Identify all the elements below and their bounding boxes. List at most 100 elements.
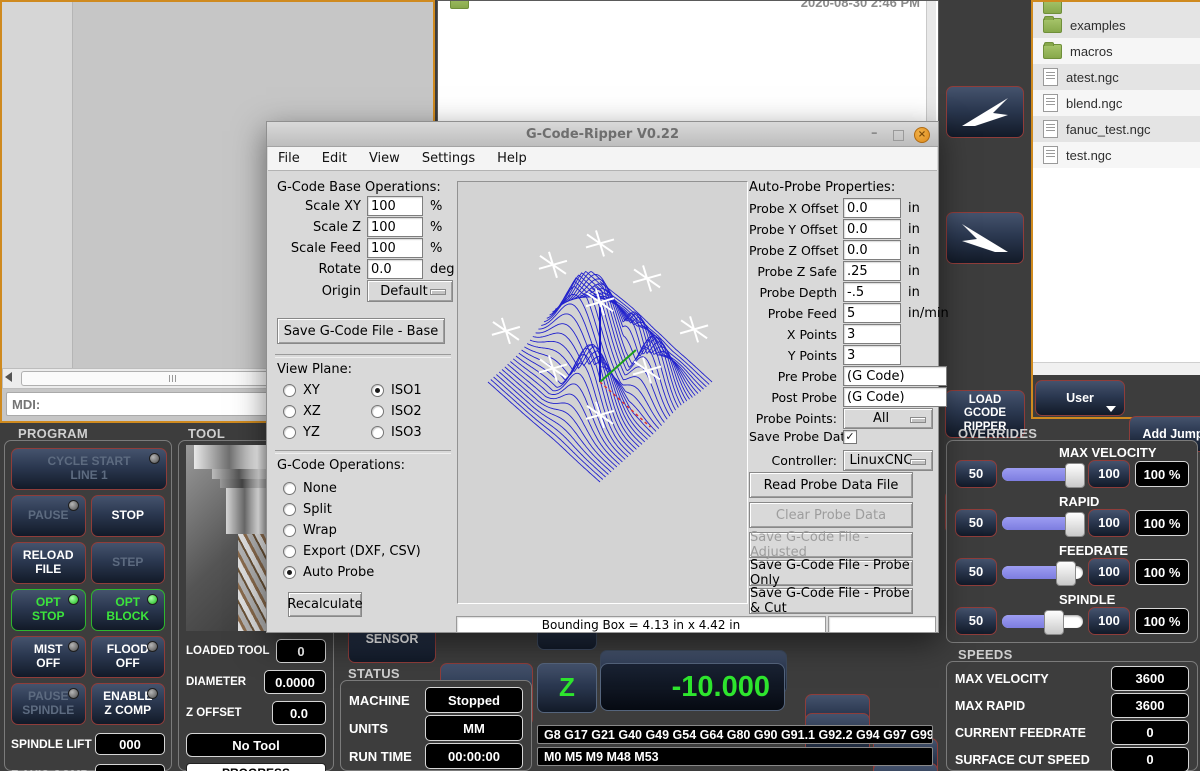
maximize-icon[interactable]: [893, 130, 904, 141]
clear-probe-data-button[interactable]: Clear Probe Data: [749, 502, 913, 528]
step-button[interactable]: STEP: [91, 542, 166, 584]
override-min-button[interactable]: 50: [955, 460, 997, 488]
scale-z-input[interactable]: [367, 217, 423, 237]
z-axis-button[interactable]: Z: [537, 663, 597, 713]
slider-handle[interactable]: [1044, 610, 1064, 635]
probe-y-offset-input[interactable]: [843, 219, 901, 239]
override-max-button[interactable]: 100: [1088, 460, 1130, 488]
file-row[interactable]: atest.ngc: [1033, 64, 1200, 90]
menu-file[interactable]: File: [278, 151, 300, 166]
radio-export[interactable]: Export (DXF, CSV): [283, 541, 421, 562]
button-label: OPT BLOCK: [106, 596, 149, 624]
override-min-button[interactable]: 50: [955, 607, 997, 635]
stop-button[interactable]: STOP: [91, 495, 166, 537]
slider-handle[interactable]: [1065, 463, 1085, 488]
save-probe-only-button[interactable]: Save G-Code File - Probe Only: [749, 560, 913, 586]
radio-xy[interactable]: XY: [283, 380, 321, 401]
minimize-icon[interactable]: –: [871, 129, 883, 141]
radio-none[interactable]: None: [283, 478, 421, 499]
radio-yz[interactable]: YZ: [283, 422, 321, 443]
probe-z-offset-input[interactable]: [843, 240, 901, 260]
slider-handle[interactable]: [1056, 561, 1076, 586]
scroll-left-arrow-icon[interactable]: [5, 372, 12, 382]
cycle-start-button[interactable]: CYCLE START LINE 1: [11, 448, 167, 490]
probe-points-dropdown[interactable]: All: [843, 408, 933, 429]
read-probe-data-button[interactable]: Read Probe Data File: [749, 472, 913, 498]
probe-feed-input[interactable]: [843, 303, 901, 323]
radio-icon[interactable]: [371, 405, 384, 418]
z-offset-value: 0.0: [272, 701, 326, 725]
rapid-slider[interactable]: [1002, 517, 1083, 530]
rotate-input[interactable]: [367, 259, 423, 279]
file-list-hscrollbar[interactable]: [1033, 362, 1200, 375]
button-label: OPT STOP: [32, 596, 64, 624]
user-button[interactable]: User: [1035, 380, 1125, 416]
radio-icon-selected[interactable]: [283, 566, 296, 579]
pause-button[interactable]: PAUSE: [11, 495, 86, 537]
close-icon[interactable]: ×: [914, 127, 930, 143]
radio-icon[interactable]: [283, 405, 296, 418]
pre-probe-input[interactable]: [843, 366, 947, 386]
radio-icon-selected[interactable]: [371, 384, 384, 397]
radio-icon[interactable]: [283, 482, 296, 495]
file-row[interactable]: blend.ngc: [1033, 90, 1200, 116]
radio-iso2[interactable]: ISO2: [371, 401, 422, 422]
radio-icon[interactable]: [283, 426, 296, 439]
save-probe-cut-button[interactable]: Save G-Code File - Probe & Cut: [749, 588, 913, 614]
recalculate-button[interactable]: Recalculate: [288, 592, 362, 617]
override-min-button[interactable]: 50: [955, 509, 997, 537]
x-points-input[interactable]: [843, 324, 901, 344]
jog-forward-button[interactable]: [946, 86, 1024, 138]
origin-dropdown[interactable]: Default: [367, 280, 453, 302]
radio-wrap[interactable]: Wrap: [283, 520, 421, 541]
flood-button[interactable]: FLOOD OFF: [91, 636, 166, 678]
override-max-button[interactable]: 100: [1088, 509, 1130, 537]
radio-iso1[interactable]: ISO1: [371, 380, 422, 401]
radio-icon[interactable]: [371, 426, 384, 439]
override-min-button[interactable]: 50: [955, 558, 997, 586]
save-base-button[interactable]: Save G-Code File - Base: [277, 318, 445, 344]
probe-x-offset-input[interactable]: [843, 198, 901, 218]
post-probe-input[interactable]: [843, 387, 947, 407]
feedrate-slider[interactable]: [1002, 566, 1083, 579]
scale-xy-input[interactable]: [367, 196, 423, 216]
radio-xz[interactable]: XZ: [283, 401, 321, 422]
radio-split[interactable]: Split: [283, 499, 421, 520]
file-row[interactable]: fanuc_test.ngc: [1033, 116, 1200, 142]
reload-file-button[interactable]: RELOAD FILE: [11, 542, 86, 584]
radio-icon[interactable]: [283, 545, 296, 558]
jog-back-button[interactable]: [946, 212, 1024, 264]
probe-z-safe-input[interactable]: [843, 261, 901, 281]
radio-icon[interactable]: [283, 503, 296, 516]
scale-feed-input[interactable]: [367, 238, 423, 258]
max-velocity-slider[interactable]: [1002, 468, 1083, 481]
mist-button[interactable]: MIST OFF: [11, 636, 86, 678]
spindle-slider[interactable]: [1002, 615, 1083, 628]
radio-auto-probe[interactable]: Auto Probe: [283, 562, 421, 583]
slider-handle[interactable]: [1065, 512, 1085, 537]
probe-depth-input[interactable]: [843, 282, 901, 302]
override-max-button[interactable]: 100: [1088, 558, 1130, 586]
dialog-titlebar[interactable]: G-Code-Ripper V0.22 – ×: [267, 122, 938, 147]
file-row[interactable]: test.ngc: [1033, 142, 1200, 168]
radio-icon[interactable]: [283, 524, 296, 537]
controller-dropdown[interactable]: LinuxCNC: [843, 450, 933, 471]
menu-view[interactable]: View: [369, 151, 400, 166]
menu-help[interactable]: Help: [497, 151, 527, 166]
enable-zcomp-button[interactable]: ENABLE Z COMP: [91, 683, 166, 725]
menu-settings[interactable]: Settings: [422, 151, 475, 166]
save-adjusted-button[interactable]: Save G-Code File - Adjusted: [749, 532, 913, 558]
opt-block-button[interactable]: OPT BLOCK: [91, 589, 166, 631]
radio-icon[interactable]: [283, 384, 296, 397]
override-max-button[interactable]: 100: [1088, 607, 1130, 635]
pause-spindle-button[interactable]: PAUSE SPINDLE: [11, 683, 86, 725]
field-unit: %: [430, 199, 442, 214]
file-row-folder[interactable]: macros: [1033, 38, 1200, 64]
file-row-folder[interactable]: examples: [1033, 12, 1200, 38]
file-row-clipped[interactable]: [1033, 2, 1200, 12]
save-probe-data-checkbox[interactable]: ✓: [843, 430, 857, 444]
menu-edit[interactable]: Edit: [322, 151, 347, 166]
opt-stop-button[interactable]: OPT STOP: [11, 589, 86, 631]
radio-iso3[interactable]: ISO3: [371, 422, 422, 443]
y-points-input[interactable]: [843, 345, 901, 365]
